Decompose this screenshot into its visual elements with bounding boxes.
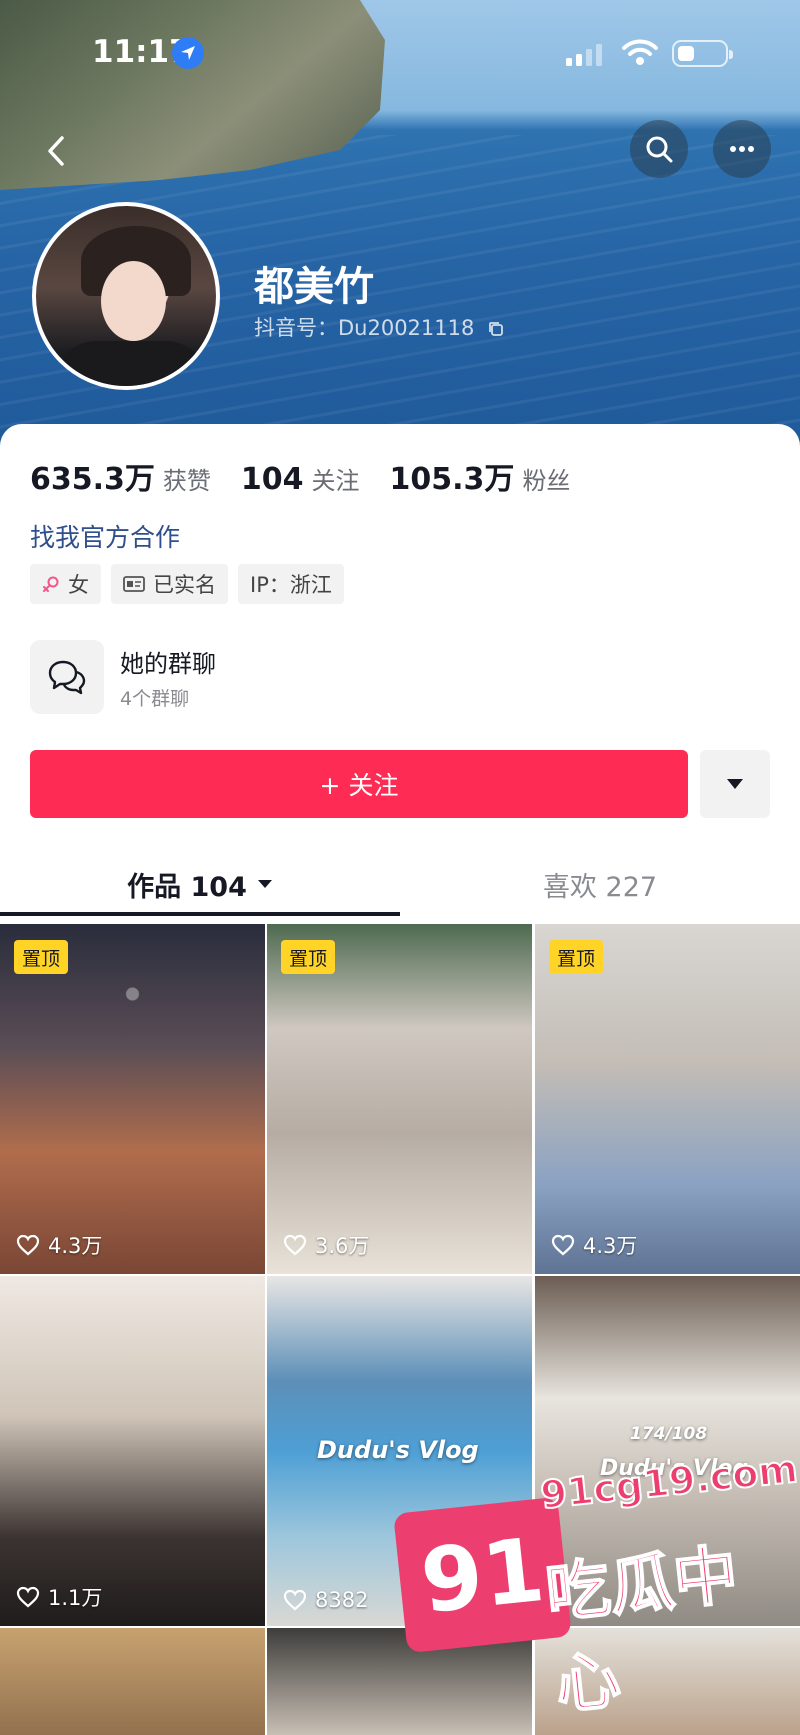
copy-icon[interactable] <box>487 320 505 338</box>
profile-tags: 女 已实名 IP：浙江 <box>30 564 354 604</box>
id-card-icon <box>123 576 145 592</box>
pinned-badge: 置顶 <box>281 940 336 974</box>
verified-tag: 已实名 <box>111 564 228 604</box>
pinned-badge: 置顶 <box>549 940 604 974</box>
follow-button[interactable]: + 关注 <box>30 750 688 818</box>
more-dots-icon <box>730 146 754 152</box>
video-likes-count: 1.1万 <box>48 1586 103 1610</box>
search-button[interactable] <box>630 120 688 178</box>
profile-name: 都美竹 <box>254 264 374 310</box>
video-likes-count: 3.6万 <box>315 1234 370 1258</box>
triangle-down-icon <box>727 779 743 789</box>
heart-icon <box>283 1589 307 1611</box>
video-likes: 1.1万 <box>16 1582 102 1612</box>
stat-label: 粉丝 <box>522 467 571 495</box>
video-thumbnail[interactable] <box>0 1628 265 1735</box>
caret-down-icon <box>257 880 272 888</box>
watermark-domain: 91cg19.com <box>537 1446 800 1519</box>
video-likes-count: 4.3万 <box>583 1234 638 1258</box>
video-likes: 8382 <box>283 1588 368 1612</box>
pinned-badge: 置顶 <box>14 940 69 974</box>
stat-value: 104 <box>240 462 304 497</box>
watermark-text: 吃瓜中心 <box>542 1537 743 1724</box>
official-cooperation-link[interactable]: 找我官方合作 <box>30 518 180 554</box>
cellular-signal-icon <box>566 44 602 66</box>
more-options-button[interactable] <box>713 120 771 178</box>
ip-location-tag: IP：浙江 <box>238 564 344 604</box>
video-thumbnail[interactable]: 置顶 3.6万 <box>267 924 532 1274</box>
group-chat-icon <box>30 640 104 714</box>
stat-following[interactable]: 104 关注 <box>241 461 360 497</box>
tab-likes[interactable]: 喜欢 227 <box>400 854 800 914</box>
battery-icon <box>672 40 733 67</box>
video-thumbnail[interactable]: 1.1万 <box>0 1276 265 1626</box>
avatar[interactable] <box>32 202 220 390</box>
search-icon <box>646 136 673 163</box>
tab-works-label: 作品 104 <box>127 871 247 903</box>
verified-text: 已实名 <box>153 573 216 597</box>
wifi-icon <box>622 39 658 65</box>
video-thumbnail[interactable]: 置顶 4.3万 <box>535 924 800 1274</box>
douyin-id-text: 抖音号：Du20021118 <box>254 316 475 340</box>
profile-stats: 635.3万 获赞 104 关注 105.3万 粉丝 <box>30 454 600 498</box>
group-chat-count: 4个群聊 <box>120 688 190 710</box>
heart-icon <box>283 1234 307 1256</box>
stat-likes-received[interactable]: 635.3万 获赞 <box>30 454 211 498</box>
site-watermark: 91 91cg19.com 吃瓜中心 <box>360 1440 800 1735</box>
heart-icon <box>16 1586 40 1608</box>
stat-label: 获赞 <box>162 467 211 495</box>
heart-icon <box>16 1234 40 1256</box>
stat-value: 105.3万 <box>389 462 515 497</box>
ip-location-text: IP：浙江 <box>250 573 332 597</box>
stat-followers[interactable]: 105.3万 粉丝 <box>390 454 571 498</box>
stat-value: 635.3万 <box>30 462 155 497</box>
tab-works[interactable]: 作品 104 <box>0 854 400 914</box>
tab-likes-label: 喜欢 227 <box>542 871 658 903</box>
active-tab-indicator <box>0 912 400 916</box>
status-bar: 11:17 <box>0 0 800 105</box>
douyin-id[interactable]: 抖音号：Du20021118 <box>254 312 505 342</box>
group-chat-title: 她的群聊 <box>120 650 216 678</box>
location-arrow-icon <box>172 37 204 69</box>
content-tabs: 作品 104 喜欢 227 <box>0 854 800 916</box>
gender-tag: 女 <box>30 564 101 604</box>
video-likes-count: 4.3万 <box>48 1234 103 1258</box>
stat-label: 关注 <box>311 467 360 495</box>
recommend-dropdown-button[interactable] <box>700 750 770 818</box>
video-likes: 3.6万 <box>283 1230 369 1260</box>
group-chat-entry[interactable]: 她的群聊 4个群聊 <box>30 636 770 716</box>
video-thumbnail[interactable]: 置顶 4.3万 <box>0 924 265 1274</box>
heart-icon <box>551 1234 575 1256</box>
video-likes: 4.3万 <box>16 1230 102 1260</box>
female-icon <box>43 576 59 592</box>
back-arrow-icon[interactable] <box>38 126 78 176</box>
gender-text: 女 <box>68 573 89 597</box>
video-likes: 4.3万 <box>551 1230 637 1260</box>
